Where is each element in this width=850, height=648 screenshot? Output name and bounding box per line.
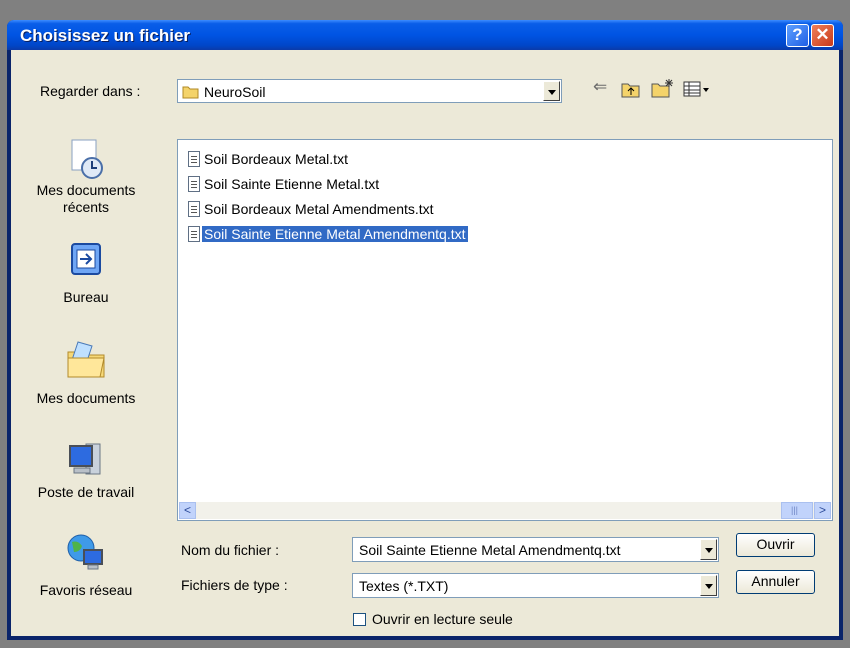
- thumb-grip: |||: [791, 505, 799, 515]
- place-label: Bureau: [63, 289, 109, 305]
- help-button[interactable]: ?: [786, 24, 809, 47]
- filename-input[interactable]: Soil Sainte Etienne Metal Amendmentq.txt: [352, 537, 719, 562]
- text-file-icon: [188, 176, 200, 192]
- look-in-value: NeuroSoil: [204, 84, 266, 100]
- place-label: Favoris réseau: [39, 582, 133, 598]
- text-file-icon: [188, 226, 200, 242]
- new-folder-icon[interactable]: [651, 78, 675, 98]
- scroll-left-button[interactable]: <: [179, 502, 196, 519]
- network-places-icon: [67, 534, 103, 570]
- folder-icon: [182, 86, 199, 99]
- scroll-right-button[interactable]: >: [814, 502, 831, 519]
- place-desktop[interactable]: Bureau: [12, 241, 160, 306]
- filename-label: Nom du fichier :: [181, 542, 280, 558]
- filetype-dropdown[interactable]: Textes (*.TXT): [352, 573, 719, 598]
- file-name: Soil Sainte Etienne Metal Amendmentq.txt: [202, 226, 469, 242]
- filetype-label: Fichiers de type :: [181, 577, 288, 593]
- text-file-icon: [188, 151, 200, 167]
- place-label: Poste de travail: [37, 484, 135, 500]
- place-my-documents[interactable]: Mes documents: [12, 338, 160, 407]
- dialog-body: Regarder dans : NeuroSoil ⇐ Mes document…: [11, 50, 839, 636]
- place-label: Mes documents récents: [36, 182, 136, 215]
- look-in-label: Regarder dans :: [40, 83, 141, 99]
- place-network[interactable]: Favoris réseau: [12, 532, 160, 599]
- title-bar[interactable]: Choisissez un fichier ? ✕: [7, 20, 843, 50]
- cancel-button[interactable]: Annuler: [736, 570, 815, 594]
- horizontal-scrollbar[interactable]: < ||| >: [179, 502, 831, 519]
- back-arrow-icon[interactable]: ⇐: [593, 77, 607, 97]
- place-my-computer[interactable]: Poste de travail: [12, 438, 160, 501]
- chevron-down-icon[interactable]: [700, 575, 717, 596]
- open-button[interactable]: Ouvrir: [736, 533, 815, 557]
- look-in-dropdown[interactable]: NeuroSoil: [177, 79, 562, 103]
- close-button[interactable]: ✕: [811, 24, 834, 47]
- views-menu-icon[interactable]: [683, 80, 711, 98]
- recent-documents-icon: [71, 139, 103, 179]
- chevron-down-icon[interactable]: [700, 539, 717, 560]
- file-list[interactable]: Soil Bordeaux Metal.txt Soil Sainte Etie…: [177, 139, 833, 521]
- scroll-thumb[interactable]: |||: [781, 502, 813, 519]
- file-name: Soil Sainte Etienne Metal.txt: [204, 176, 380, 192]
- file-dialog: Choisissez un fichier ? ✕ Regarder dans …: [7, 20, 843, 640]
- readonly-label: Ouvrir en lecture seule: [372, 611, 513, 627]
- file-name: Soil Bordeaux Metal.txt: [204, 151, 348, 167]
- place-recent-documents[interactable]: Mes documents récents: [12, 138, 160, 216]
- file-name: Soil Bordeaux Metal Amendments.txt: [204, 201, 434, 217]
- filetype-value: Textes (*.TXT): [359, 578, 449, 594]
- filename-value: Soil Sainte Etienne Metal Amendmentq.txt: [359, 542, 621, 558]
- desktop-icon: [71, 243, 101, 275]
- dialog-title: Choisissez un fichier: [20, 26, 191, 45]
- text-file-icon: [188, 201, 200, 217]
- my-documents-icon: [67, 341, 105, 378]
- readonly-checkbox[interactable]: [353, 613, 366, 626]
- place-label: Mes documents: [36, 390, 136, 406]
- my-computer-icon: [69, 443, 101, 475]
- up-folder-icon[interactable]: [621, 80, 641, 98]
- chevron-down-icon[interactable]: [543, 81, 560, 101]
